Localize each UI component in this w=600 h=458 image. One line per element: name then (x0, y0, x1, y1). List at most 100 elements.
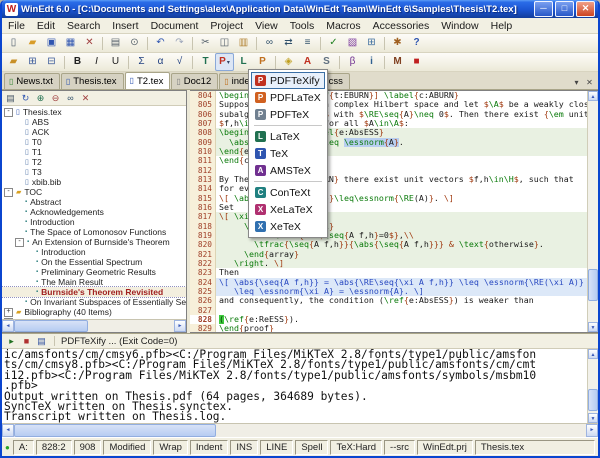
tex-mode[interactable]: TeX:Hard (330, 440, 382, 455)
menu-search[interactable]: Search (61, 20, 106, 32)
tree-item[interactable]: ▪Preliminary Geometric Results (2, 267, 186, 277)
tab-list-button[interactable]: ▾ (570, 78, 583, 87)
editor-vscrollbar[interactable]: ▲ ▼ (587, 91, 598, 332)
macros-button[interactable]: M (388, 53, 407, 71)
makeindex-button[interactable]: i (362, 53, 381, 71)
tree-expand-all-button[interactable]: ⊕ (34, 92, 47, 104)
insert-image-button[interactable]: ▧ (343, 34, 362, 52)
math-root-button[interactable]: √ (170, 53, 189, 71)
new-document-button[interactable]: ▯ (4, 34, 23, 52)
tree-item[interactable]: ▪The Space of Lomonosov Functions (2, 227, 186, 237)
menu-item-tex[interactable]: TTeX (251, 145, 325, 162)
menu-tools[interactable]: Tools (284, 20, 321, 32)
insert-table-button[interactable]: ⊞ (362, 34, 381, 52)
tree-expander[interactable]: - (4, 108, 13, 117)
tab-t2-tex[interactable]: ▯T2.tex (125, 72, 171, 89)
tree-item[interactable]: ▪Introduction (2, 217, 186, 227)
output-lines[interactable]: ic/amsfonts/cm/cmsy6.pfb><C:/Program Fil… (2, 349, 587, 423)
output-hscroll-track[interactable] (14, 424, 586, 437)
tree-hscroll-track[interactable] (14, 320, 174, 332)
open-file-button[interactable]: ▰ (23, 34, 42, 52)
menu-macros[interactable]: Macros (320, 20, 366, 32)
tree-item[interactable]: ▯xbib.bib (2, 177, 186, 187)
tree-collapse-all-button[interactable]: ⊖ (49, 92, 62, 104)
tree-item[interactable]: ▪On Invariant Subspaces of Essentially S… (2, 297, 186, 307)
output-hscrollbar[interactable]: ◄ ► (2, 423, 598, 437)
menu-item-pdftexify[interactable]: PPDFTeXify (251, 72, 325, 89)
menu-item-xelatex[interactable]: XXeLaTeX (251, 201, 325, 218)
tree-expander[interactable]: - (4, 188, 13, 197)
minimize-button[interactable]: ─ (534, 1, 553, 17)
tree-item[interactable]: -▰TOC (2, 187, 186, 197)
paste-button[interactable]: ▥ (234, 34, 253, 52)
insert-mode[interactable]: INS (230, 440, 258, 455)
scroll-up-icon[interactable]: ▲ (588, 91, 598, 101)
editor-line[interactable]: 822 \right. \] (190, 259, 587, 268)
editor-line[interactable]: 823Then (190, 268, 587, 277)
menu-item-pdflatex[interactable]: PPDFLaTeX (251, 89, 325, 106)
find-in-files-button[interactable]: ≡ (298, 34, 317, 52)
undo-button[interactable]: ↶ (151, 34, 170, 52)
line-mode[interactable]: LINE (260, 440, 293, 455)
tree-options-button[interactable]: ▤ (4, 92, 17, 104)
texify-button[interactable]: T (196, 53, 215, 71)
modified-flag[interactable]: Modified (103, 440, 151, 455)
outline-button[interactable]: ⊟ (42, 53, 61, 71)
output-run-button[interactable]: ▸ (5, 335, 18, 347)
spell-toggle[interactable]: Spell (295, 440, 328, 455)
menu-item-pdftex[interactable]: PPDFTeX (251, 106, 325, 123)
maximize-button[interactable]: □ (555, 1, 574, 17)
title-bar[interactable]: W WinEdt 6.0 - [C:\Documents and Setting… (2, 0, 598, 18)
tree-item[interactable]: ▯T0 (2, 137, 186, 147)
menu-edit[interactable]: Edit (31, 20, 61, 32)
menu-help[interactable]: Help (485, 20, 519, 32)
menu-item-latex[interactable]: LLaTeX (251, 128, 325, 145)
tree-item[interactable]: ▪Burnside's Theorem Revisited (2, 287, 186, 297)
project-open-button[interactable]: ▰ (4, 53, 23, 71)
tree-find-button[interactable]: ∞ (64, 92, 77, 104)
tree-item[interactable]: ▯ACK (2, 127, 186, 137)
project-tree-button[interactable]: ⊞ (23, 53, 42, 71)
bold-button[interactable]: B (68, 53, 87, 71)
spell-check-button[interactable]: ✓ (324, 34, 343, 52)
tab-news-txt[interactable]: ▯News.txt (4, 73, 60, 89)
tree-expander[interactable]: - (15, 238, 24, 247)
src-flag[interactable]: --src (384, 440, 415, 455)
indent-toggle[interactable]: Indent (190, 440, 228, 455)
scroll-left-icon[interactable]: ◄ (2, 424, 14, 437)
math-sum-button[interactable]: Σ (132, 53, 151, 71)
output-log-button[interactable]: ▤ (35, 335, 48, 347)
tree-item[interactable]: ▪Acknowledgements (2, 207, 186, 217)
editor-line[interactable]: 821 \end{array} (190, 250, 587, 259)
menu-insert[interactable]: Insert (106, 20, 144, 32)
stop-button[interactable]: ■ (407, 53, 426, 71)
tree-expander[interactable]: + (4, 308, 13, 317)
tree-item[interactable]: ▯T3 (2, 167, 186, 177)
bibtex-button[interactable]: β (343, 53, 362, 71)
tree-close-button[interactable]: ✕ (79, 92, 92, 104)
save-all-button[interactable]: ▦ (61, 34, 80, 52)
tree-item[interactable]: ▪The Main Result (2, 277, 186, 287)
wrap-toggle[interactable]: Wrap (153, 440, 188, 455)
tab-thesis-tex[interactable]: ▯Thesis.tex (61, 73, 124, 89)
output-vscroll-track[interactable] (588, 359, 598, 413)
editor-line[interactable]: 826and consequently, the condition (\ref… (190, 296, 587, 305)
replace-button[interactable]: ⇄ (279, 34, 298, 52)
menu-window[interactable]: Window (435, 20, 484, 32)
output-hscroll-thumb[interactable] (14, 424, 216, 437)
scroll-up-icon[interactable]: ▲ (588, 349, 598, 359)
pdftexify-button[interactable]: P▾ (215, 53, 234, 71)
print-button[interactable]: ▤ (106, 34, 125, 52)
output-vscroll-thumb[interactable] (588, 389, 598, 411)
document-length[interactable]: 908 (74, 440, 102, 455)
editor-line[interactable]: 829\end{proof} (190, 324, 587, 332)
tree-item[interactable]: ▯ABS (2, 117, 186, 127)
caret-label[interactable]: A: (13, 440, 34, 455)
tree-hscroll-thumb[interactable] (14, 320, 88, 332)
tree-item[interactable]: ▯T2 (2, 157, 186, 167)
scroll-right-icon[interactable]: ► (586, 424, 598, 437)
tree-item[interactable]: -▯Thesis.tex (2, 107, 186, 117)
tree-item[interactable]: +▰Bibliography (40 Items) (2, 307, 186, 317)
italic-button[interactable]: I (87, 53, 106, 71)
editor-vscroll-track[interactable] (588, 101, 598, 322)
